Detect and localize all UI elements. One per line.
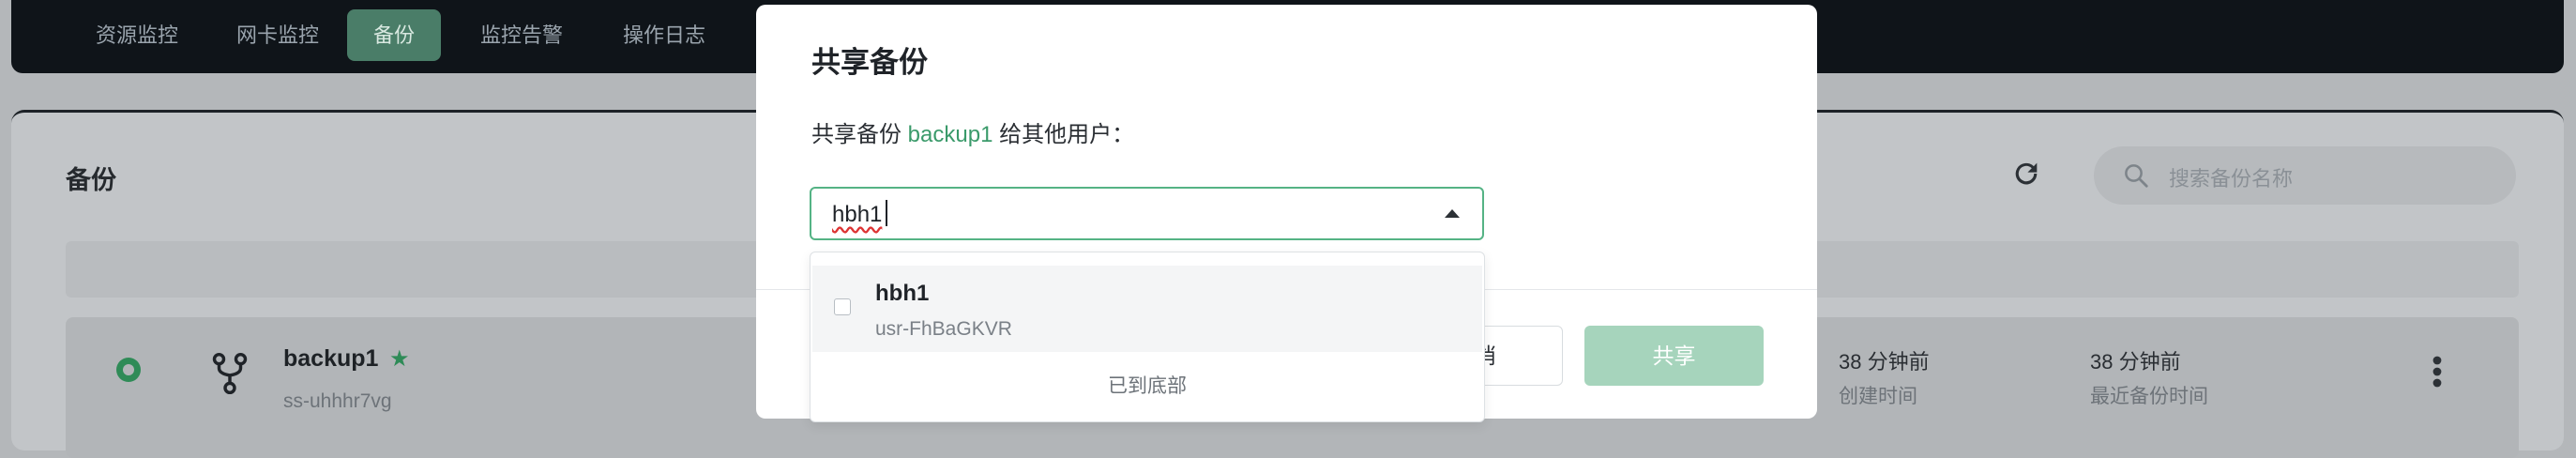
page-title: 备份 <box>66 166 116 194</box>
nav-item-monitor-alerts[interactable]: 监控告警 <box>462 9 582 61</box>
backup-branch-icon <box>212 352 248 395</box>
nav-item-operation-log[interactable]: 操作日志 <box>604 9 724 61</box>
dropdown-option[interactable]: hbh1 usr-FhBaGKVR <box>812 266 1482 352</box>
nav-item-nic-monitor[interactable]: 网卡监控 <box>218 9 338 61</box>
nav-item-backup[interactable]: 备份 <box>347 9 441 61</box>
last-backup-value: 38 分钟前 <box>2090 350 2181 374</box>
user-select-dropdown: hbh1 usr-FhBaGKVR 已到底部 <box>810 252 1485 422</box>
backup-id: ss-uhhhr7vg <box>283 390 392 412</box>
search-input[interactable]: 搜索备份名称 <box>2094 146 2516 205</box>
desc-prefix: 共享备份 <box>811 122 902 147</box>
search-placeholder: 搜索备份名称 <box>2169 167 2294 191</box>
chevron-up-icon[interactable] <box>1445 209 1460 218</box>
user-select-input[interactable]: hbh1 <box>810 187 1484 240</box>
dropdown-end-text: 已到底部 <box>1108 375 1187 397</box>
option-user-name: hbh1 <box>875 281 930 306</box>
user-select-value[interactable]: hbh1 <box>832 202 882 228</box>
refresh-icon[interactable] <box>2010 158 2042 190</box>
backup-name[interactable]: backup1 <box>283 345 378 373</box>
more-options-icon[interactable] <box>2432 355 2443 389</box>
desc-backup-name: backup1 <box>907 122 993 147</box>
option-user-id: usr-FhBaGKVR <box>875 318 1012 340</box>
created-time-value: 38 分钟前 <box>1839 350 1930 374</box>
text-caret <box>886 200 887 226</box>
option-checkbox[interactable] <box>834 298 851 315</box>
status-indicator <box>116 358 141 382</box>
nav-item-resource-monitor[interactable]: 资源监控 <box>77 9 197 61</box>
dialog-title: 共享备份 <box>811 46 928 79</box>
created-time-label: 创建时间 <box>1839 386 1917 407</box>
last-backup-label: 最近备份时间 <box>2090 386 2208 407</box>
star-icon: ★ <box>389 346 410 372</box>
dialog-description: 共享备份 backup1 给其他用户： <box>811 115 1134 148</box>
desc-suffix: 给其他用户： <box>999 122 1135 147</box>
search-icon <box>2125 164 2148 188</box>
share-button[interactable]: 共享 <box>1584 326 1764 386</box>
